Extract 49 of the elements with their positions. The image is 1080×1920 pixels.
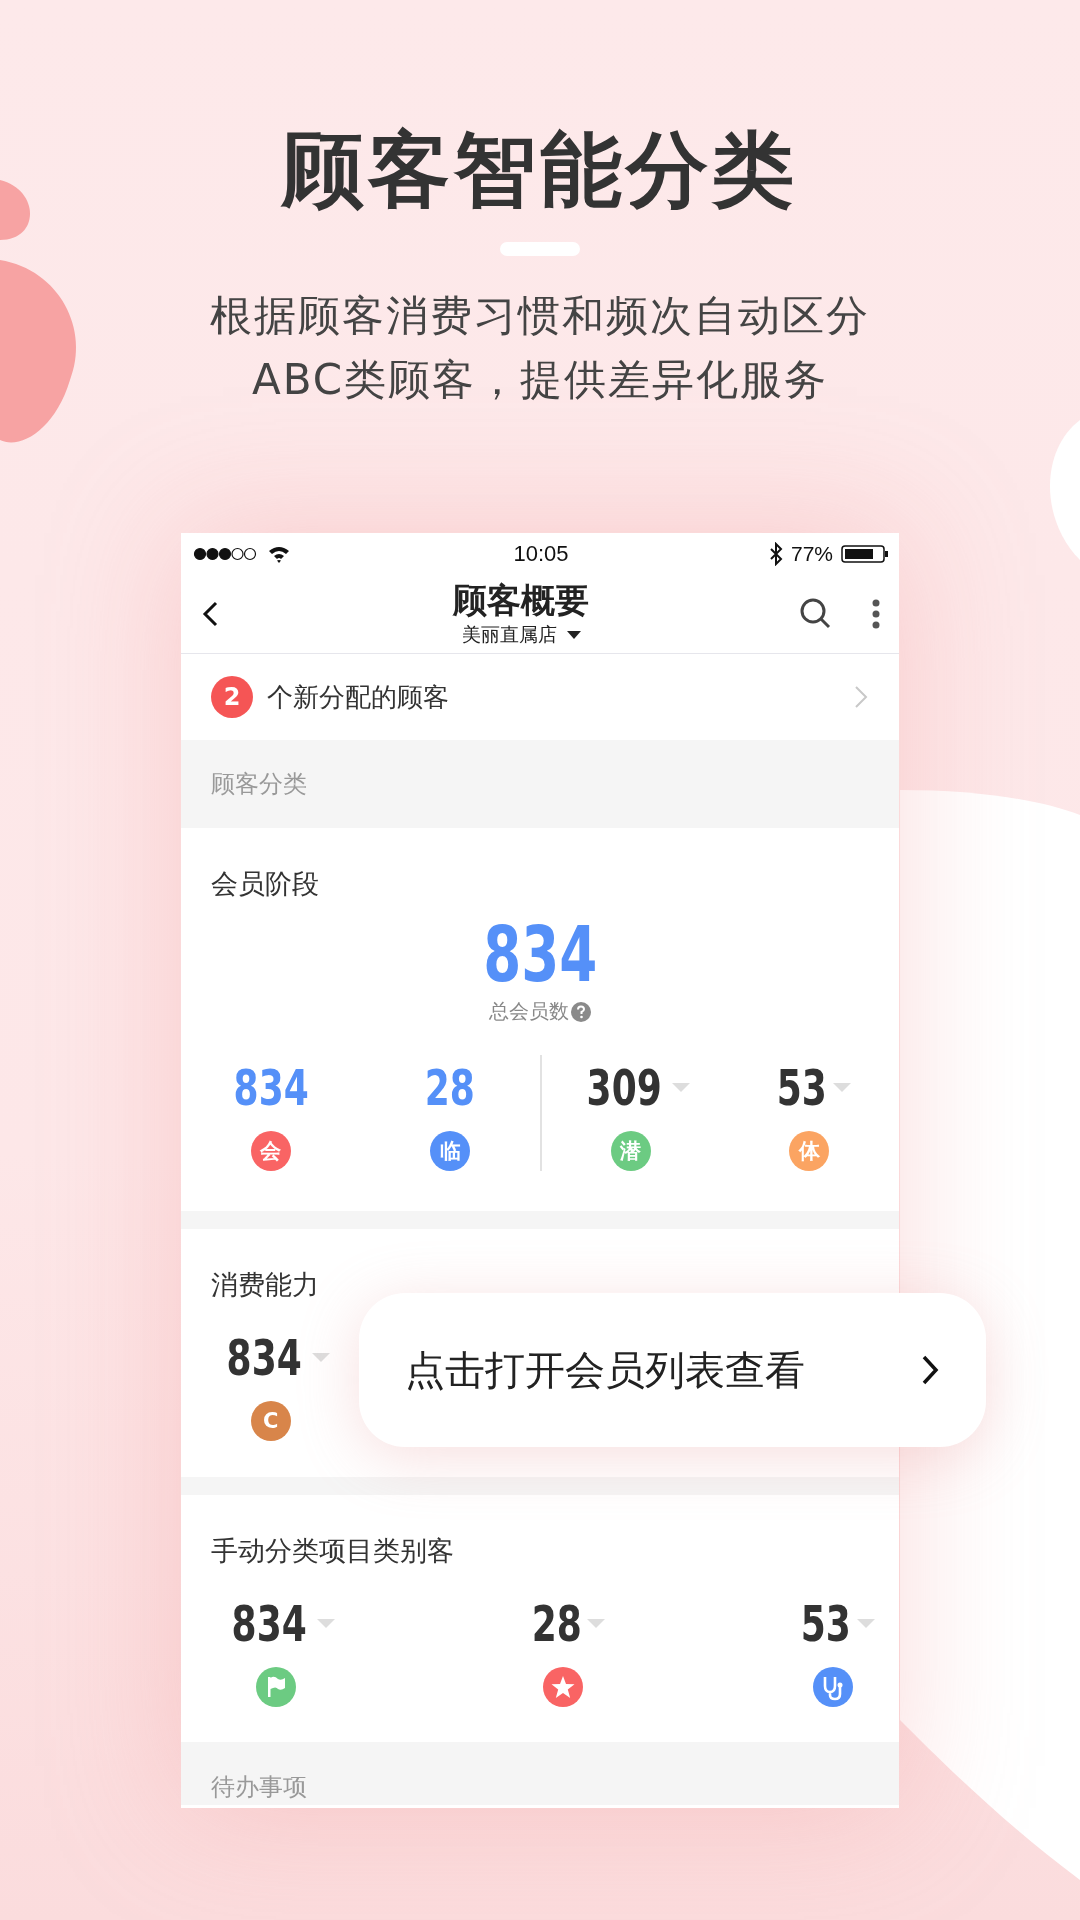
wifi-icon <box>267 545 291 563</box>
status-time: 10:05 <box>513 541 569 567</box>
stat-count: 834 <box>231 1594 307 1654</box>
chevron-icon <box>920 1354 940 1386</box>
caret-icon[interactable] <box>317 1619 336 1629</box>
stat-count: 28 <box>425 1058 476 1118</box>
screen-title: 顾客概要 <box>453 580 589 620</box>
caret-icon[interactable] <box>671 1083 690 1093</box>
stat-count: 28 <box>531 1594 582 1654</box>
store-dropdown[interactable]: 美丽直属店 <box>461 622 581 648</box>
category-badge: 会 <box>250 1131 291 1171</box>
caret-icon[interactable] <box>857 1619 875 1629</box>
card-title: 手动分类项目类别客 <box>210 1534 455 1568</box>
battery-icon <box>841 544 889 564</box>
stat-count: 834 <box>233 1058 309 1118</box>
headline: 顾客智能分类 <box>282 121 798 219</box>
bluetooth-icon <box>768 542 783 566</box>
more-button[interactable] <box>871 599 881 629</box>
blob-drawing <box>0 180 30 240</box>
count-badge: 2 <box>211 676 253 718</box>
section-header: 顾客分类 <box>211 769 307 800</box>
category-badge: 临 <box>430 1131 471 1171</box>
battery-percent: 77% <box>790 542 833 566</box>
new-customers-row[interactable]: 2 个新分配的顾客 <box>181 654 899 740</box>
card-title: 会员阶段 <box>210 867 320 901</box>
caret-icon[interactable] <box>311 1353 330 1363</box>
category-badge: C <box>250 1401 291 1441</box>
subtitle-line: ABC类顾客，提供差异化服务 <box>251 354 829 406</box>
stat-count: 309 <box>586 1058 662 1118</box>
card-title: 消费能力 <box>210 1268 320 1302</box>
signal-icon <box>193 547 259 561</box>
back-button[interactable] <box>201 600 219 628</box>
stat-count: 53 <box>801 1594 852 1654</box>
stat-count: 834 <box>226 1328 302 1388</box>
help-icon <box>571 1001 591 1022</box>
category-badge: 体 <box>789 1131 830 1171</box>
stat-count: 53 <box>777 1058 828 1118</box>
total-label: 总会员数 <box>489 998 569 1025</box>
caret-icon[interactable] <box>833 1083 852 1093</box>
notice-text: 个新分配的顾客 <box>267 680 450 714</box>
caret-icon <box>566 631 581 639</box>
caret-icon[interactable] <box>587 1619 606 1629</box>
search-button[interactable] <box>799 597 833 631</box>
subtitle-line: 根据顾客消费习惯和频次自动区分 <box>210 290 870 342</box>
member-list-popup[interactable]: 点击打开会员列表查看 <box>359 1293 986 1447</box>
section-header: 待办事项 <box>211 1772 307 1803</box>
chevron-icon <box>853 684 869 710</box>
total-count: 834 <box>482 912 598 998</box>
category-badge: 潜 <box>610 1131 651 1171</box>
